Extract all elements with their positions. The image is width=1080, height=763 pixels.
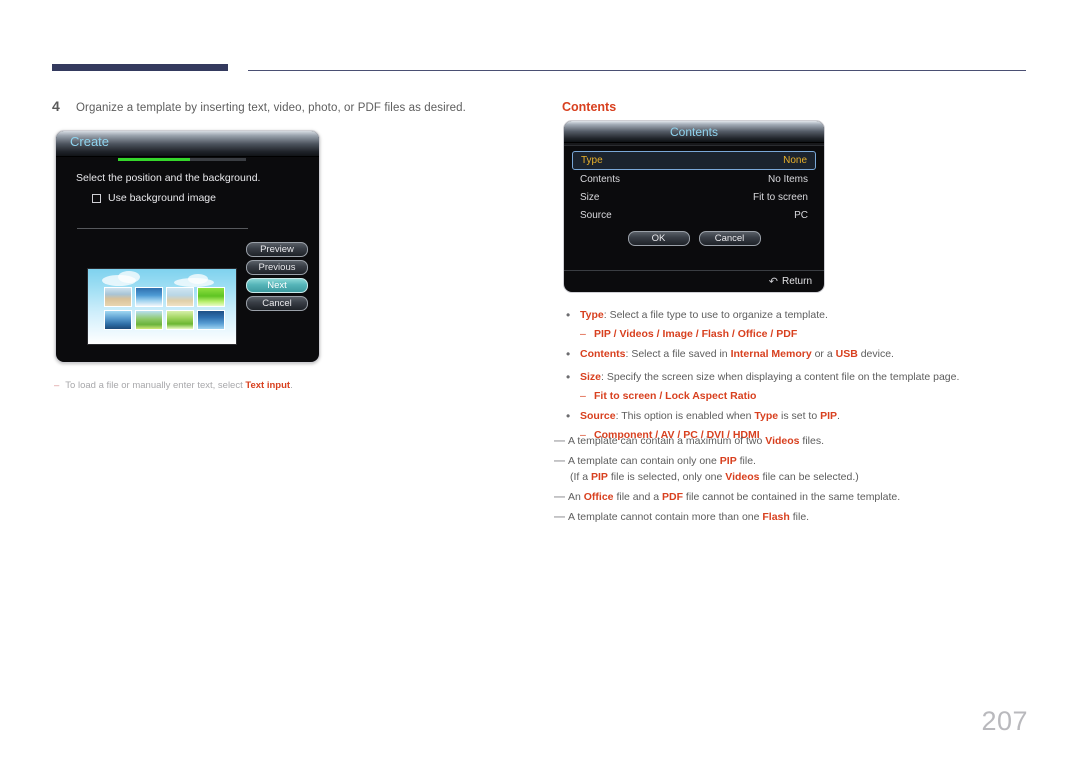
note-text: A template can contain a maximum of two … bbox=[568, 435, 825, 447]
thumbnail-item[interactable] bbox=[166, 287, 194, 307]
cancel-button[interactable]: Cancel bbox=[246, 296, 308, 311]
sub-dash-icon: – bbox=[580, 328, 586, 340]
bullet-dot-icon: • bbox=[566, 347, 571, 361]
cloud-shape bbox=[188, 274, 208, 284]
contents-row-value: Fit to screen bbox=[752, 191, 808, 203]
cloud-shape bbox=[118, 271, 140, 283]
thumbnail-item[interactable] bbox=[104, 287, 132, 307]
use-background-image-checkbox-row[interactable]: Use background image bbox=[92, 192, 216, 204]
thumbnail-item[interactable] bbox=[197, 310, 225, 330]
contents-dialog-title: Contents bbox=[669, 124, 719, 139]
contents-cancel-button[interactable]: Cancel bbox=[698, 231, 761, 246]
note-dash-icon: – bbox=[54, 380, 60, 391]
step-number: 4 bbox=[52, 98, 60, 114]
notes-list: — A template can contain a maximum of tw… bbox=[554, 434, 1024, 530]
note-dash-icon: — bbox=[554, 435, 565, 447]
step-text: Organize a template by inserting text, v… bbox=[76, 102, 466, 114]
manual-page: 4 Organize a template by inserting text,… bbox=[0, 0, 1080, 763]
return-label[interactable]: Return bbox=[782, 276, 812, 287]
ok-button[interactable]: OK bbox=[627, 231, 690, 246]
create-dialog-title: Create bbox=[70, 134, 110, 149]
bullet-sub-item: – Fit to screen / Lock Aspect Ratio bbox=[580, 388, 1036, 404]
contents-row-value: PC bbox=[794, 209, 808, 221]
bullet-text: Size: Specify the screen size when displ… bbox=[580, 371, 960, 383]
use-background-image-checkbox[interactable] bbox=[92, 193, 101, 203]
bullet-item: • Size: Specify the screen size when dis… bbox=[566, 369, 1036, 385]
note-item: — A template cannot contain more than on… bbox=[554, 510, 1024, 525]
bullet-sub-item: – PIP / Videos / Image / Flash / Office … bbox=[580, 326, 1036, 342]
note-subtext: (If a PIP file is selected, only one Vid… bbox=[570, 471, 859, 483]
previous-button[interactable]: Previous bbox=[246, 260, 308, 275]
sub-dash-icon: – bbox=[580, 390, 586, 402]
contents-row-label: Source bbox=[580, 209, 612, 221]
options-bullet-list: • Type: Select a file type to use to org… bbox=[566, 307, 1036, 447]
contents-row-source[interactable]: Source PC bbox=[572, 206, 816, 224]
create-progress-fill bbox=[118, 158, 190, 161]
contents-row-type[interactable]: Type None bbox=[572, 151, 816, 170]
create-dialog-body: Select the position and the background. … bbox=[56, 162, 319, 362]
contents-dialog: Contents Type None Contents No Items Siz… bbox=[563, 120, 825, 293]
bullet-item: • Contents: Select a file saved in Inter… bbox=[566, 346, 1036, 362]
note-text: A template can contain only one PIP file… bbox=[568, 455, 756, 467]
use-background-image-label: Use background image bbox=[108, 192, 216, 204]
bullet-text: Contents: Select a file saved in Interna… bbox=[580, 348, 894, 360]
header-rule-thin bbox=[248, 70, 1026, 71]
note-item: — An Office file and a PDF file cannot b… bbox=[554, 490, 1024, 505]
bullet-dot-icon: • bbox=[566, 370, 571, 384]
left-note: – To load a file or manually enter text,… bbox=[54, 380, 293, 391]
contents-dialog-titlebar: Contents bbox=[564, 121, 824, 143]
thumbnail-item[interactable] bbox=[197, 287, 225, 307]
thumbnail-item[interactable] bbox=[135, 310, 163, 330]
create-dialog-buttons: Preview Previous Next Cancel bbox=[246, 242, 308, 311]
bullet-item: • Source: This option is enabled when Ty… bbox=[566, 408, 1036, 424]
header-rule-thick bbox=[52, 64, 228, 71]
thumbnail-item[interactable] bbox=[135, 287, 163, 307]
contents-dialog-rows: Type None Contents No Items Size Fit to … bbox=[564, 146, 824, 246]
contents-row-label: Size bbox=[580, 191, 600, 203]
contents-section-heading: Contents bbox=[562, 100, 617, 114]
contents-row-contents[interactable]: Contents No Items bbox=[572, 170, 816, 188]
note-item: — A template can contain only one PIP fi… bbox=[554, 454, 1024, 469]
note-dash-icon: — bbox=[554, 491, 565, 503]
contents-row-label: Contents bbox=[580, 173, 621, 185]
contents-dialog-buttons: OK Cancel bbox=[572, 231, 816, 246]
note-item: — A template can contain a maximum of tw… bbox=[554, 434, 1024, 449]
note-dash-icon: — bbox=[554, 455, 565, 467]
bullet-group-type: • Type: Select a file type to use to org… bbox=[566, 307, 1036, 342]
page-number: 207 bbox=[981, 706, 1028, 736]
step-instruction: 4 Organize a template by inserting text,… bbox=[52, 98, 466, 114]
bullet-text: Type: Select a file type to use to organ… bbox=[580, 309, 828, 321]
bullet-sub-text: Fit to screen / Lock Aspect Ratio bbox=[594, 390, 757, 402]
contents-row-label: Type bbox=[581, 155, 603, 166]
create-dialog: Create Select the position and the backg… bbox=[55, 130, 320, 363]
note-text: A template cannot contain more than one … bbox=[568, 511, 810, 523]
left-note-text: To load a file or manually enter text, s… bbox=[65, 380, 293, 391]
note-dash-icon: — bbox=[554, 511, 565, 523]
bullet-group-size: • Size: Specify the screen size when dis… bbox=[566, 369, 1036, 404]
contents-dialog-footer: ↶ Return bbox=[564, 270, 824, 292]
preview-button[interactable]: Preview bbox=[246, 242, 308, 257]
create-instruction: Select the position and the background. bbox=[76, 172, 261, 184]
note-text: An Office file and a PDF file cannot be … bbox=[568, 491, 901, 503]
contents-row-size[interactable]: Size Fit to screen bbox=[572, 188, 816, 206]
bullet-sub-text: PIP / Videos / Image / Flash / Office / … bbox=[594, 328, 798, 340]
bullet-text: Source: This option is enabled when Type… bbox=[580, 410, 840, 422]
contents-row-value: None bbox=[783, 155, 807, 166]
thumbnail-item[interactable] bbox=[104, 310, 132, 330]
contents-row-value: No Items bbox=[767, 173, 808, 185]
thumbnail-item[interactable] bbox=[166, 310, 194, 330]
bullet-dot-icon: • bbox=[566, 409, 571, 423]
create-divider bbox=[77, 228, 248, 229]
thumbnail-grid bbox=[104, 287, 225, 330]
bullet-dot-icon: • bbox=[566, 308, 571, 322]
bullet-group-contents: • Contents: Select a file saved in Inter… bbox=[566, 346, 1036, 362]
return-arrow-icon: ↶ bbox=[768, 276, 778, 288]
bullet-item: • Type: Select a file type to use to org… bbox=[566, 307, 1036, 323]
next-button[interactable]: Next bbox=[246, 278, 308, 293]
create-dialog-titlebar: Create bbox=[56, 131, 319, 157]
note-item-group: — A template can contain only one PIP fi… bbox=[554, 454, 1024, 485]
template-preview[interactable] bbox=[87, 268, 237, 345]
